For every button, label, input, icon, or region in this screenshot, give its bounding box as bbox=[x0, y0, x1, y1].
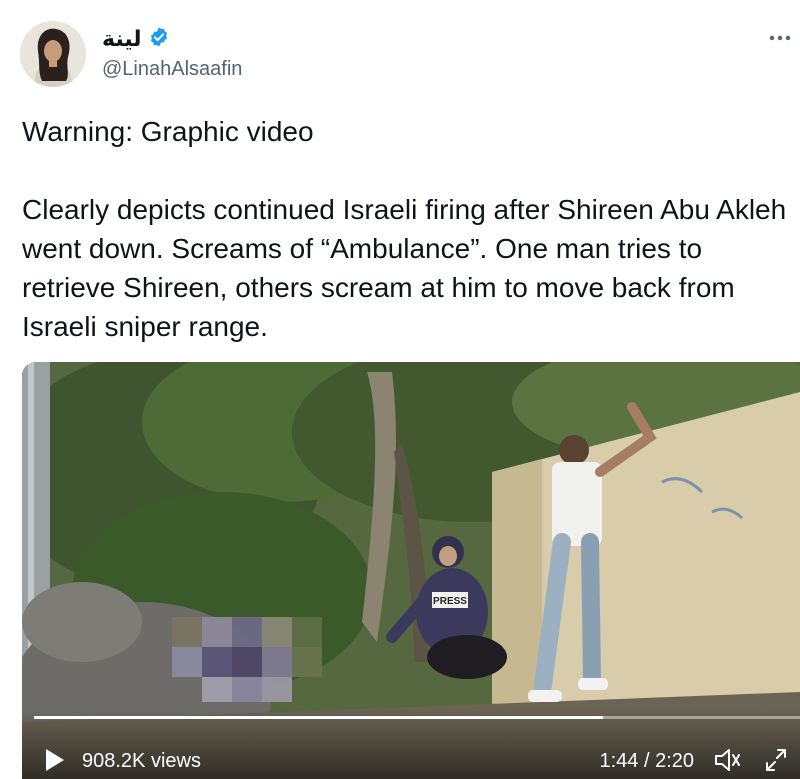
video-player[interactable]: PRESS 908.2K views 1:44 / 2:20 bbox=[22, 362, 800, 779]
verified-badge-icon bbox=[148, 26, 170, 53]
view-count: 908.2K views bbox=[82, 750, 201, 772]
user-handle[interactable]: @LinahAlsaafin bbox=[102, 58, 242, 81]
video-progress-bar[interactable] bbox=[34, 716, 800, 719]
more-options-icon[interactable] bbox=[768, 30, 792, 41]
tweet-body: Clearly depicts continued Israeli firing… bbox=[22, 194, 787, 342]
display-name-row: لينة bbox=[102, 26, 170, 52]
video-time: 1:44 / 2:20 bbox=[599, 750, 694, 772]
tweet-header: لينة @LinahAlsaafin bbox=[0, 0, 800, 100]
display-name[interactable]: لينة bbox=[102, 27, 142, 52]
avatar[interactable] bbox=[20, 21, 86, 87]
play-icon[interactable] bbox=[44, 747, 66, 773]
fullscreen-icon[interactable] bbox=[764, 747, 788, 773]
tweet-text: Warning: Graphic video Clearly depicts c… bbox=[22, 112, 792, 346]
video-progress-fill bbox=[34, 716, 604, 719]
volume-icon[interactable] bbox=[714, 747, 742, 773]
tweet-warning-line: Warning: Graphic video bbox=[22, 116, 314, 147]
press-vest-label: PRESS bbox=[433, 596, 467, 607]
